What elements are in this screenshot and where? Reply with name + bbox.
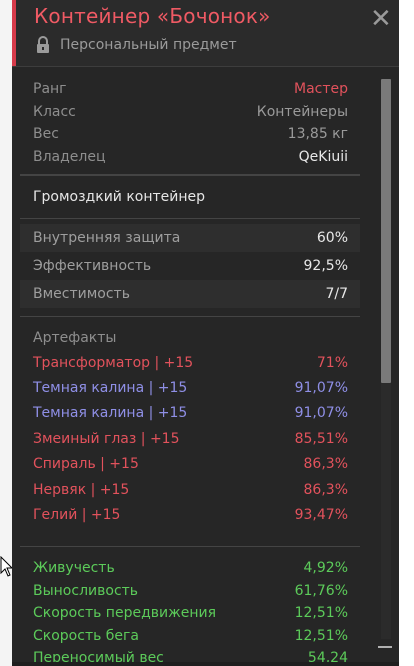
artifact-row: Гелий | +15 93,47% xyxy=(20,502,360,527)
artifact-label: Темная калина | +15 xyxy=(33,380,188,397)
artifact-label: Спираль | +15 xyxy=(33,456,139,473)
stat-label: Выносливость xyxy=(33,582,139,599)
property-value: QeKiuii xyxy=(298,148,348,165)
property-row: Вес 13,85 кг xyxy=(20,123,360,146)
item-type-label: Громоздкий контейнер xyxy=(20,175,360,219)
defense-label: Внутренняя защита xyxy=(33,230,181,246)
panel-bottom-edge xyxy=(12,662,399,666)
property-row: Класс Контейнеры xyxy=(20,101,360,124)
scrollbar-thumb[interactable] xyxy=(381,79,391,383)
artifact-value: 91,07% xyxy=(294,380,348,397)
artifact-label: Змеиный глаз | +15 xyxy=(33,430,180,447)
stat-value: 4,92% xyxy=(303,560,348,577)
property-value: 13,85 кг xyxy=(287,126,348,143)
tooltip-content: Ранг Мастер Класс Контейнеры Вес 13,85 к… xyxy=(20,68,360,666)
property-label: Ранг xyxy=(33,81,67,98)
artifact-row: Змеиный глаз | +15 85,51% xyxy=(20,426,360,451)
artifact-row: Темная калина | +15 91,07% xyxy=(20,401,360,426)
artifact-label: Нервяк | +15 xyxy=(33,481,130,498)
stat-row: Выносливость 61,76% xyxy=(20,580,360,603)
stat-row: Скорость передвижения 12,51% xyxy=(20,602,360,625)
scroll-end-marker xyxy=(378,646,392,648)
artifacts-section: Артефакты Трансформатор | +15 71% Темная… xyxy=(20,317,360,547)
property-label: Владелец xyxy=(33,148,106,165)
artifact-value: 85,51% xyxy=(294,430,348,447)
tooltip-header: Контейнер «Бочонок» ✕ Персональный предм… xyxy=(12,0,399,67)
mouse-cursor-icon xyxy=(0,556,12,577)
defense-row: Внутренняя защита 60% xyxy=(20,224,360,252)
artifact-row: Спираль | +15 86,3% xyxy=(20,452,360,477)
artifact-value: 71% xyxy=(316,354,348,371)
property-label: Класс xyxy=(33,103,76,120)
close-icon[interactable]: ✕ xyxy=(370,6,392,32)
artifact-label: Трансформатор | +15 xyxy=(33,354,194,371)
defense-value: 60% xyxy=(316,230,348,246)
lock-icon xyxy=(37,36,49,53)
stat-row: Живучесть 4,92% xyxy=(20,557,360,580)
defense-section: Внутренняя защита 60% Эффективность 92,5… xyxy=(20,219,360,317)
artifact-value: 91,07% xyxy=(294,405,348,422)
defense-value: 92,5% xyxy=(303,258,348,274)
stat-value: 12,51% xyxy=(294,605,348,622)
artifact-value: 93,47% xyxy=(294,507,348,524)
property-label: Вес xyxy=(33,126,59,143)
rarity-accent-bar xyxy=(12,0,16,66)
artifact-row: Темная калина | +15 91,07% xyxy=(20,375,360,400)
property-row: Ранг Мастер xyxy=(20,78,360,101)
stat-row: Скорость бега 12,51% xyxy=(20,625,360,648)
stats-section: Живучесть 4,92% Выносливость 61,76% Скор… xyxy=(20,547,360,666)
property-value: Контейнеры xyxy=(256,103,348,120)
artifact-value: 86,3% xyxy=(303,481,348,498)
defense-row: Вместимость 7/7 xyxy=(20,280,360,308)
artifact-label: Гелий | +15 xyxy=(33,507,121,524)
stat-label: Скорость бега xyxy=(33,627,139,644)
stat-label: Живучесть xyxy=(33,560,115,577)
defense-row: Эффективность 92,5% xyxy=(20,252,360,280)
artifact-row: Нервяк | +15 86,3% xyxy=(20,477,360,502)
property-value: Мастер xyxy=(293,81,348,98)
artifacts-heading: Артефакты xyxy=(33,329,117,346)
defense-label: Вместимость xyxy=(33,286,130,302)
stat-value: 12,51% xyxy=(294,627,348,644)
property-row: Владелец QeKiuii xyxy=(20,146,360,169)
personal-item-label: Персональный предмет xyxy=(60,37,237,53)
properties-section: Ранг Мастер Класс Контейнеры Вес 13,85 к… xyxy=(20,68,360,175)
item-tooltip-panel: Контейнер «Бочонок» ✕ Персональный предм… xyxy=(12,0,399,666)
artifact-label: Темная калина | +15 xyxy=(33,405,188,422)
item-title: Контейнер «Бочонок» xyxy=(34,4,271,28)
defense-label: Эффективность xyxy=(33,258,152,274)
artifact-value: 86,3% xyxy=(303,456,348,473)
stat-value: 61,76% xyxy=(294,582,348,599)
artifact-row: Трансформатор | +15 71% xyxy=(20,350,360,375)
defense-value: 7/7 xyxy=(325,286,348,302)
stat-label: Скорость передвижения xyxy=(33,605,216,622)
